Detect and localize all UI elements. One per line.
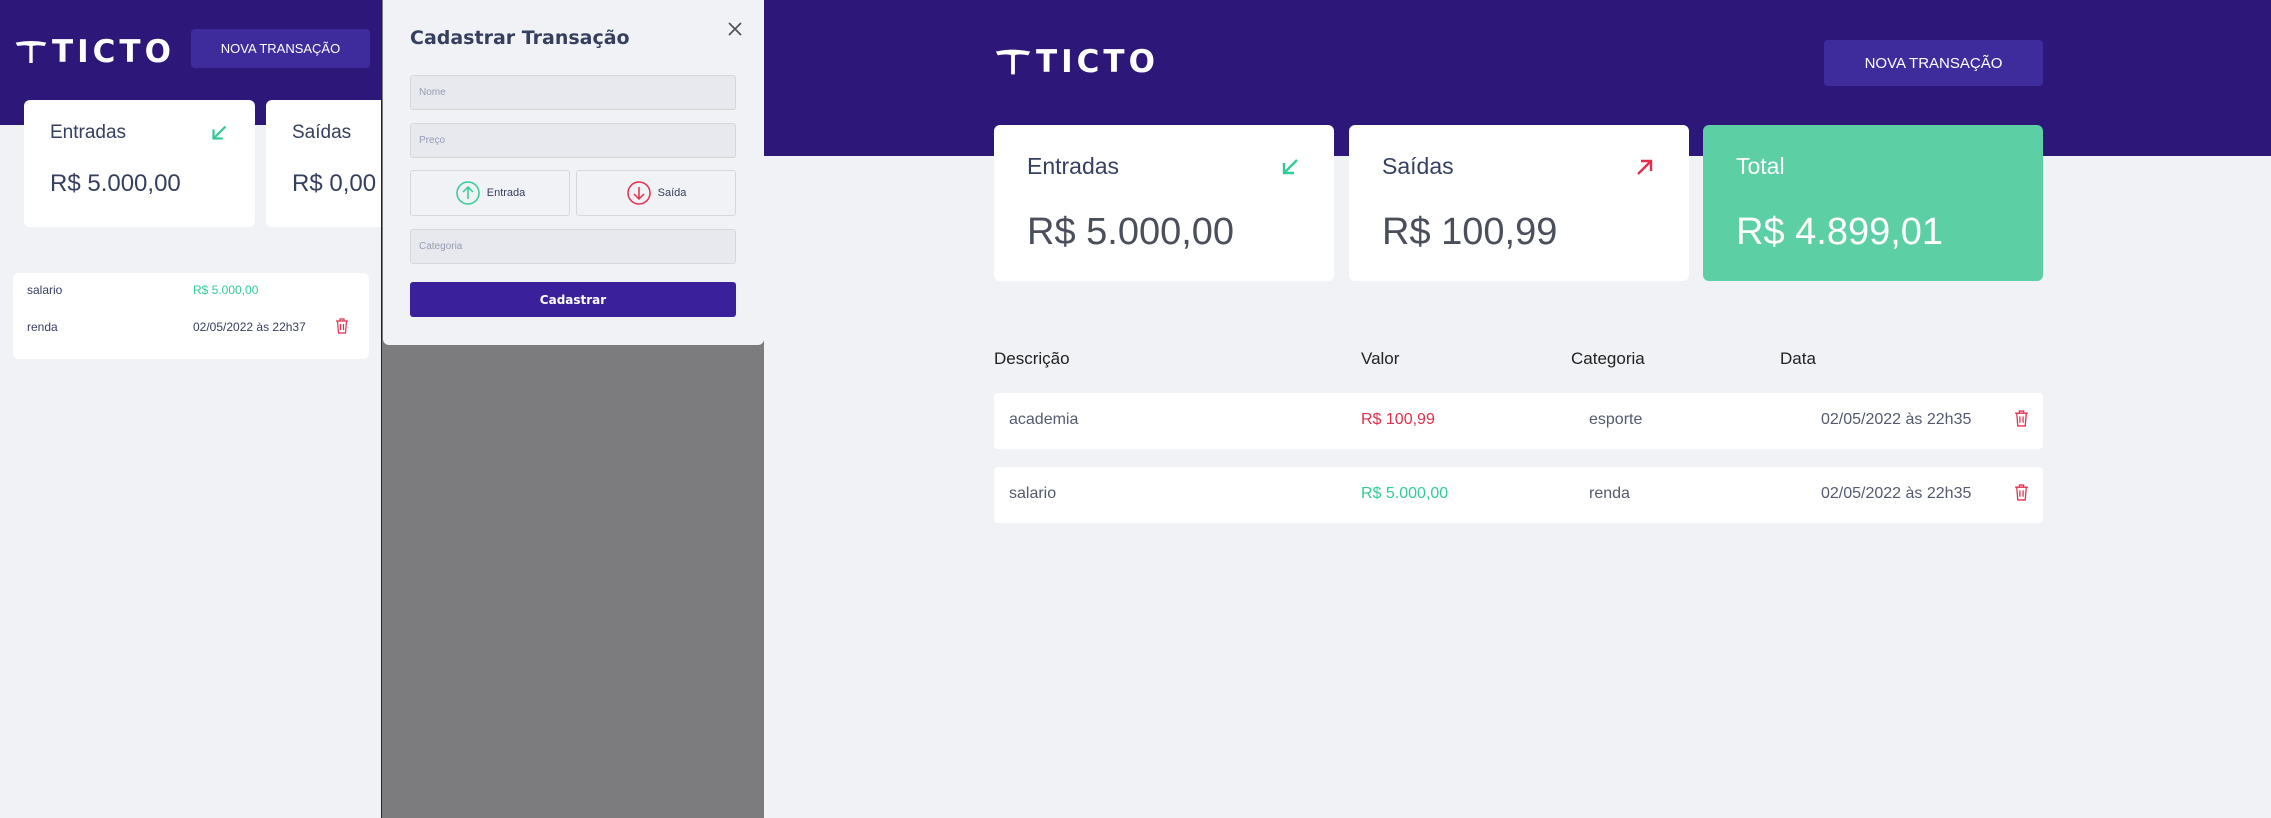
new-transaction-button[interactable]: NOVA TRANSAÇÃO <box>191 29 370 68</box>
transaction-title: academia <box>1009 411 1079 428</box>
column-header-description: Descrição <box>994 349 1070 368</box>
card-value: R$ 5.000,00 <box>1027 211 1235 253</box>
list-item: renda 02/05/2022 às 22h37 <box>13 310 369 346</box>
card-label: Entradas <box>50 122 127 143</box>
summary-card-outcome: Saídas R$ 0,00 <box>266 100 381 227</box>
transaction-list: salario R$ 5.000,00 renda 02/05/2022 às … <box>13 273 369 359</box>
income-type-label: Entrada <box>486 187 526 199</box>
summary-card-outcome: Saídas R$ 100,99 <box>1349 125 1689 281</box>
arrow-down-circle-icon <box>626 181 651 205</box>
ticto-logo-icon <box>995 49 1031 75</box>
card-label: Entradas <box>1027 153 1120 179</box>
income-type-button[interactable]: Entrada <box>410 170 570 216</box>
trash-icon[interactable] <box>2014 410 2029 427</box>
brand-name: TICTO <box>1036 44 1159 80</box>
mobile-view: TICTO NOVA TRANSAÇÃO Entradas R$ 5.000,0… <box>0 0 381 818</box>
list-item: salario R$ 5.000,00 <box>13 273 369 309</box>
card-value: R$ 0,00 <box>292 170 377 197</box>
transaction-category: esporte <box>1589 411 1643 428</box>
card-value: R$ 100,99 <box>1382 211 1558 253</box>
trash-icon[interactable] <box>2014 484 2029 501</box>
transaction-title: renda <box>27 320 58 334</box>
transaction-amount: R$ 100,99 <box>1361 411 1435 428</box>
column-header-date: Data <box>1780 349 1816 368</box>
price-input[interactable] <box>410 123 736 158</box>
arrow-up-right-icon <box>1637 159 1653 175</box>
close-icon[interactable] <box>726 20 744 38</box>
desktop-view: TICTO NOVA TRANSAÇÃO Entradas R$ 5.000,0… <box>764 0 2271 818</box>
arrow-up-circle-icon <box>455 181 480 205</box>
summary-card-total: Total R$ 4.899,01 <box>1703 125 2043 281</box>
card-label: Total <box>1736 153 1785 179</box>
table-row: academia R$ 100,99 esporte 02/05/2022 às… <box>994 393 2043 449</box>
transaction-category: renda <box>1589 485 1630 502</box>
column-header-value: Valor <box>1361 349 1400 368</box>
name-input[interactable] <box>410 75 736 110</box>
transaction-date: 02/05/2022 às 22h37 <box>193 320 306 334</box>
table-row: salario R$ 5.000,00 renda 02/05/2022 às … <box>994 467 2043 523</box>
card-value: R$ 5.000,00 <box>50 170 181 197</box>
transaction-amount: R$ 5.000,00 <box>1361 485 1449 502</box>
card-label: Saídas <box>292 122 352 143</box>
column-header-category: Categoria <box>1571 349 1645 368</box>
brand-name: TICTO <box>52 34 175 70</box>
summary-card-income: Entradas R$ 5.000,00 <box>994 125 1334 281</box>
logo: TICTO <box>994 44 1159 80</box>
logo: TICTO <box>14 34 175 70</box>
new-transaction-button[interactable]: NOVA TRANSAÇÃO <box>1824 40 2043 86</box>
transaction-date: 02/05/2022 às 22h35 <box>1821 411 1972 428</box>
trash-icon[interactable] <box>335 318 349 334</box>
summary-card-income: Entradas R$ 5.000,00 <box>24 100 255 227</box>
ticto-logo-icon <box>15 40 47 64</box>
outcome-type-label: Saída <box>657 187 687 199</box>
transaction-amount: R$ 5.000,00 <box>193 283 259 297</box>
arrow-down-left-icon <box>212 125 227 140</box>
arrow-down-left-icon <box>1282 159 1298 175</box>
modal-title: Cadastrar Transação <box>410 27 630 49</box>
category-input[interactable] <box>410 229 736 264</box>
submit-button[interactable]: Cadastrar <box>410 282 736 317</box>
outcome-type-button[interactable]: Saída <box>576 170 736 216</box>
transaction-title: salario <box>1009 485 1057 502</box>
transaction-title: salario <box>27 283 63 297</box>
card-label: Saídas <box>1382 153 1454 179</box>
new-transaction-modal: Cadastrar Transação Entrada Saída Cadast… <box>383 0 764 345</box>
card-value: R$ 4.899,01 <box>1736 211 1944 253</box>
transaction-date: 02/05/2022 às 22h35 <box>1821 485 1972 502</box>
